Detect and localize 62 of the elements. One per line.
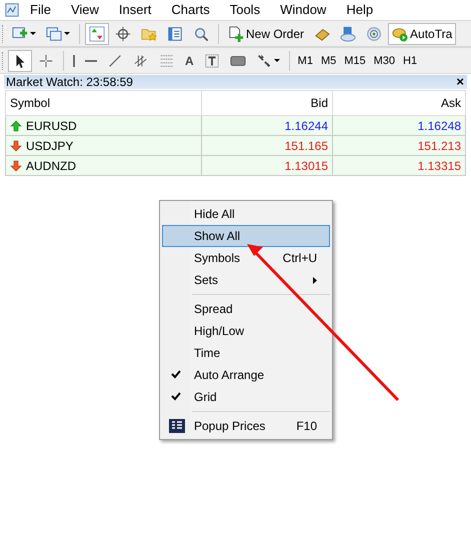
text-tool[interactable]: A bbox=[181, 50, 198, 72]
symbol-name: USDJPY bbox=[26, 138, 74, 152]
menu-item[interactable]: Spread bbox=[162, 298, 330, 320]
dropdown-caret-icon bbox=[64, 32, 70, 35]
menu-item[interactable]: File bbox=[20, 0, 61, 20]
cursor-button[interactable] bbox=[8, 50, 32, 72]
menu-item[interactable]: View bbox=[60, 0, 109, 20]
bid-cell: 1.16244 bbox=[202, 116, 332, 136]
horizontal-line-drawing bbox=[85, 60, 97, 62]
menu-item[interactable]: Show All bbox=[162, 225, 330, 247]
magnifier-drawing bbox=[193, 26, 209, 42]
timeframe-button[interactable]: M5 bbox=[318, 50, 340, 72]
diagonal-line-drawing bbox=[107, 52, 123, 68]
arrows-icon bbox=[256, 52, 272, 68]
dropdown-caret-icon bbox=[274, 59, 280, 62]
symbol-name: EURUSD bbox=[26, 118, 77, 132]
channel-drawing bbox=[133, 52, 149, 68]
auto-trading-button[interactable]: AutoTra bbox=[388, 22, 456, 44]
ask-cell: 1.13315 bbox=[332, 156, 466, 176]
panel-title: Market Watch: 23:58:59 bbox=[6, 75, 133, 89]
menu-item[interactable]: Grid bbox=[162, 386, 330, 408]
menu-item[interactable]: Sets bbox=[162, 269, 330, 291]
app-logo-icon bbox=[4, 2, 20, 18]
timeframe-button[interactable]: M30 bbox=[370, 50, 398, 72]
close-button[interactable]: × bbox=[453, 75, 467, 89]
signal-drawing bbox=[366, 26, 382, 42]
timeframe-button[interactable]: M15 bbox=[341, 50, 369, 72]
bid-cell: 1.13015 bbox=[202, 156, 332, 176]
vertical-line-drawing bbox=[73, 54, 75, 66]
dropdown-caret-icon bbox=[30, 32, 36, 35]
column-header[interactable]: Ask bbox=[332, 90, 466, 116]
symbol-name: AUDNZD bbox=[26, 158, 76, 172]
bid-cell: 151.165 bbox=[202, 136, 332, 156]
menu-item[interactable]: Auto Arrange bbox=[162, 364, 330, 386]
document-plus-icon bbox=[228, 26, 244, 42]
market-watch-button[interactable] bbox=[85, 22, 109, 44]
submenu-arrow-icon bbox=[313, 276, 317, 284]
framed-t-drawing bbox=[204, 52, 220, 68]
column-header[interactable]: Symbol bbox=[6, 90, 202, 116]
menu-item[interactable]: Tools bbox=[220, 0, 270, 20]
price-board-icon bbox=[169, 419, 185, 433]
timeframe-button[interactable]: H1 bbox=[400, 50, 420, 72]
crosshair-drawing bbox=[115, 26, 131, 42]
menu-item[interactable]: Help bbox=[336, 0, 384, 20]
ask-cell: 1.16248 bbox=[332, 116, 466, 136]
menu-item[interactable]: Hide All bbox=[162, 203, 330, 225]
dotted-lines-drawing bbox=[159, 52, 175, 68]
ask-cell: 151.213 bbox=[332, 136, 466, 156]
panel-drawing bbox=[167, 26, 183, 42]
cross-drawing bbox=[38, 52, 54, 68]
menu-item[interactable]: High/Low bbox=[162, 320, 330, 342]
menu-item[interactable]: Symbols Ctrl+U bbox=[162, 247, 330, 269]
menu-item[interactable]: Time bbox=[162, 342, 330, 364]
column-header[interactable]: Bid bbox=[202, 90, 332, 116]
windows-icon bbox=[46, 26, 62, 42]
up-down-arrows-icon bbox=[89, 26, 105, 42]
new-order-button[interactable]: New Order bbox=[224, 22, 308, 44]
menu-item[interactable]: Popup Prices F10 bbox=[162, 415, 330, 437]
menu-item[interactable]: Window bbox=[270, 0, 336, 20]
timeframe-button[interactable]: M1 bbox=[294, 50, 316, 72]
menu-item[interactable]: Insert bbox=[108, 0, 162, 20]
menu-item[interactable]: Charts bbox=[161, 0, 220, 20]
